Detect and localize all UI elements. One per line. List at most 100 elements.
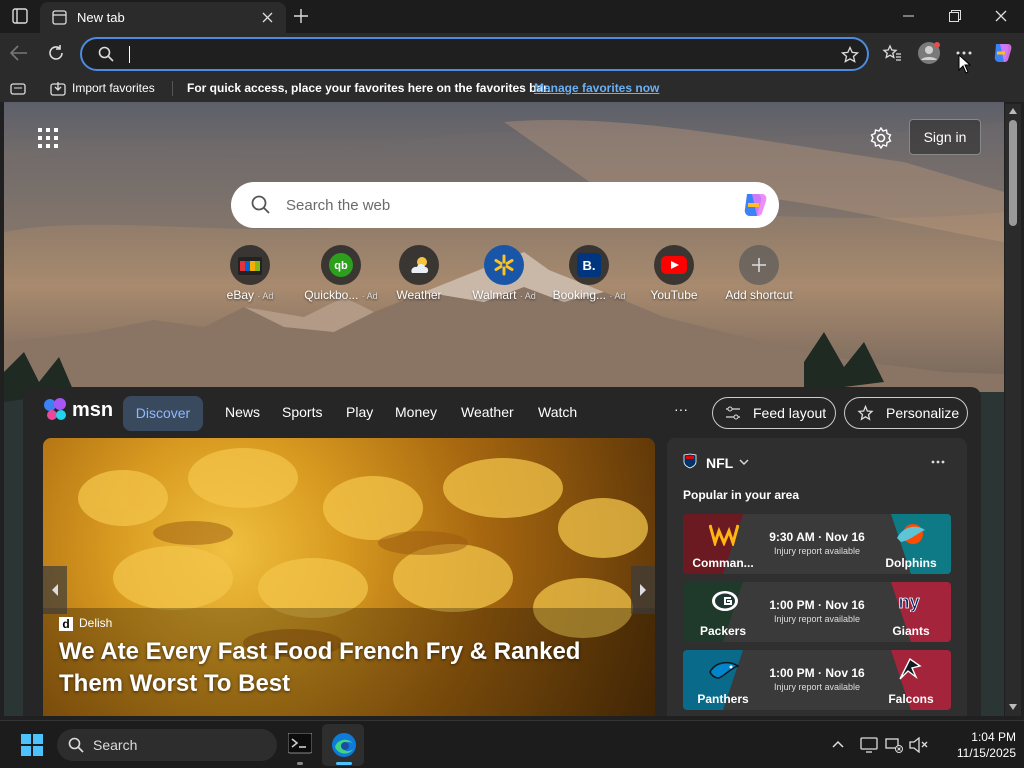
shortcut-ebay[interactable]: eBay · Ad [205,245,295,305]
msn-butterfly-icon [44,398,66,420]
taskbar: Search 1:04 PM 11/15/2025 [0,720,1024,768]
tab-new-tab[interactable]: New tab [40,2,286,33]
favorites-bar: Import favorites For quick access, place… [0,75,1024,102]
text-caret [129,46,130,63]
game-row[interactable]: ny Packers 1:00 PM · Nov 16 Injury repor… [683,582,951,642]
restore-icon[interactable] [949,10,961,22]
feed-layout-label: Feed layout [753,405,827,421]
shortcut-add[interactable]: Add shortcut [714,245,804,305]
tab-news[interactable]: News [225,404,260,420]
manage-favorites-link[interactable]: Manage favorites now [534,81,659,95]
chevron-right-icon [640,584,646,596]
profile-avatar-icon[interactable] [917,41,941,65]
ebay-logo-icon [238,257,262,275]
tab-discover[interactable]: Discover [123,396,203,431]
personalize-label: Personalize [886,405,960,421]
more-tabs-button[interactable]: ··· [674,401,688,417]
shortcut-walmart[interactable]: Walmart · Ad [459,245,549,305]
scrollbar-thumb[interactable] [1009,120,1017,226]
hero-story-card[interactable]: d Delish We Ate Every Fast Food French Fr… [43,438,655,716]
story-headline[interactable]: We Ate Every Fast Food French Fry & Rank… [59,636,639,700]
tab-sports[interactable]: Sports [282,404,322,420]
scroll-up-icon[interactable] [1009,108,1017,114]
copilot-icon[interactable] [990,41,1014,65]
page-scrollbar[interactable] [1005,104,1021,716]
home-team: Comman... [692,556,754,570]
clock-time: 1:04 PM [971,730,1016,744]
packers-logo-icon [712,591,738,611]
tab-weather[interactable]: Weather [461,404,514,420]
personalize-button[interactable]: Personalize [844,397,968,429]
volume-muted-icon[interactable] [908,737,928,753]
new-tab-page-icon [52,10,67,25]
injury-note: Injury report available [773,614,861,624]
falcons-logo-icon [899,657,922,680]
msn-feed-panel: msn Discover News Sports Play Money Weat… [23,387,981,716]
injury-note: Injury report available [773,682,861,692]
network-icon[interactable] [885,737,903,753]
quickbooks-logo-icon: qb [329,253,353,277]
favorite-star-icon[interactable] [841,46,859,64]
commanders-logo-icon [709,524,739,546]
shortcut-label: Quickbo... [304,288,359,302]
shortcut-label: Walmart [472,288,517,302]
ad-badge: · Ad [519,291,536,301]
shortcut-label: Booking... [552,288,606,302]
msn-nav: msn Discover News Sports Play Money Weat… [23,387,981,437]
card-more-icon[interactable] [931,460,945,464]
favorites-icon[interactable] [882,44,902,62]
sidebar-toggle-icon[interactable] [10,83,26,95]
shortcut-weather[interactable]: Weather [374,245,464,305]
toolbar [0,33,1024,75]
feed-layout-button[interactable]: Feed layout [712,397,836,429]
game-time: 1:00 PM · Nov 16 [769,666,865,680]
web-search-box[interactable]: Search the web [231,182,779,228]
close-tab-icon[interactable] [262,12,273,23]
nfl-title[interactable]: NFL [706,455,733,471]
source-name: Delish [79,616,113,630]
booking-logo-icon: B. [577,253,601,277]
search-icon [68,737,84,753]
sign-in-button[interactable]: Sign in [909,119,981,155]
sparkle-star-icon [857,405,874,421]
refresh-icon[interactable] [47,44,65,62]
home-team: Packers [699,624,747,638]
minimize-icon[interactable] [903,15,914,17]
display-icon[interactable] [860,737,878,753]
import-favorites-button[interactable]: Import favorites [72,81,155,95]
hero-prev-button[interactable] [43,566,67,614]
tab-play[interactable]: Play [346,404,373,420]
show-hidden-icons-chevron-up-icon[interactable] [832,740,844,748]
windows-start-icon[interactable] [21,734,43,756]
tab-title: New tab [77,10,125,25]
tab-money[interactable]: Money [395,404,437,420]
favorites-hint: For quick access, place your favorites h… [187,81,551,95]
edge-browser-icon[interactable] [331,732,357,758]
game-row[interactable]: Panthers 1:00 PM · Nov 16 Injury report … [683,650,951,710]
story-source: d Delish [59,616,112,631]
apps-grid-icon[interactable] [38,128,58,148]
address-bar[interactable] [80,37,869,71]
terminal-running-indicator [297,762,303,765]
shortcut-youtube[interactable]: YouTube [629,245,719,305]
msn-logo-text: msn [72,399,114,421]
copilot-icon[interactable] [739,191,769,219]
new-tab-icon[interactable] [294,9,308,23]
taskbar-search[interactable]: Search [57,729,277,761]
back-icon[interactable] [10,45,28,61]
shortcut-booking[interactable]: B. Booking... · Ad [544,245,634,305]
svg-text:B.: B. [583,258,596,273]
hero-next-button[interactable] [631,566,655,614]
terminal-app-icon[interactable] [288,733,312,755]
settings-gear-icon[interactable] [870,127,892,149]
tab-watch[interactable]: Watch [538,404,577,420]
close-window-icon[interactable] [995,10,1007,22]
game-row[interactable]: Comman... 9:30 AM · Nov 16 Injury report… [683,514,951,574]
edge-active-indicator [336,762,352,765]
system-clock[interactable]: 1:04 PM 11/15/2025 [940,729,1016,761]
chevron-down-icon[interactable] [739,459,749,466]
tab-actions-icon[interactable] [12,8,28,24]
ad-badge: · Ad [257,291,274,301]
scroll-down-icon[interactable] [1009,704,1017,710]
ad-badge: · Ad [609,291,626,301]
